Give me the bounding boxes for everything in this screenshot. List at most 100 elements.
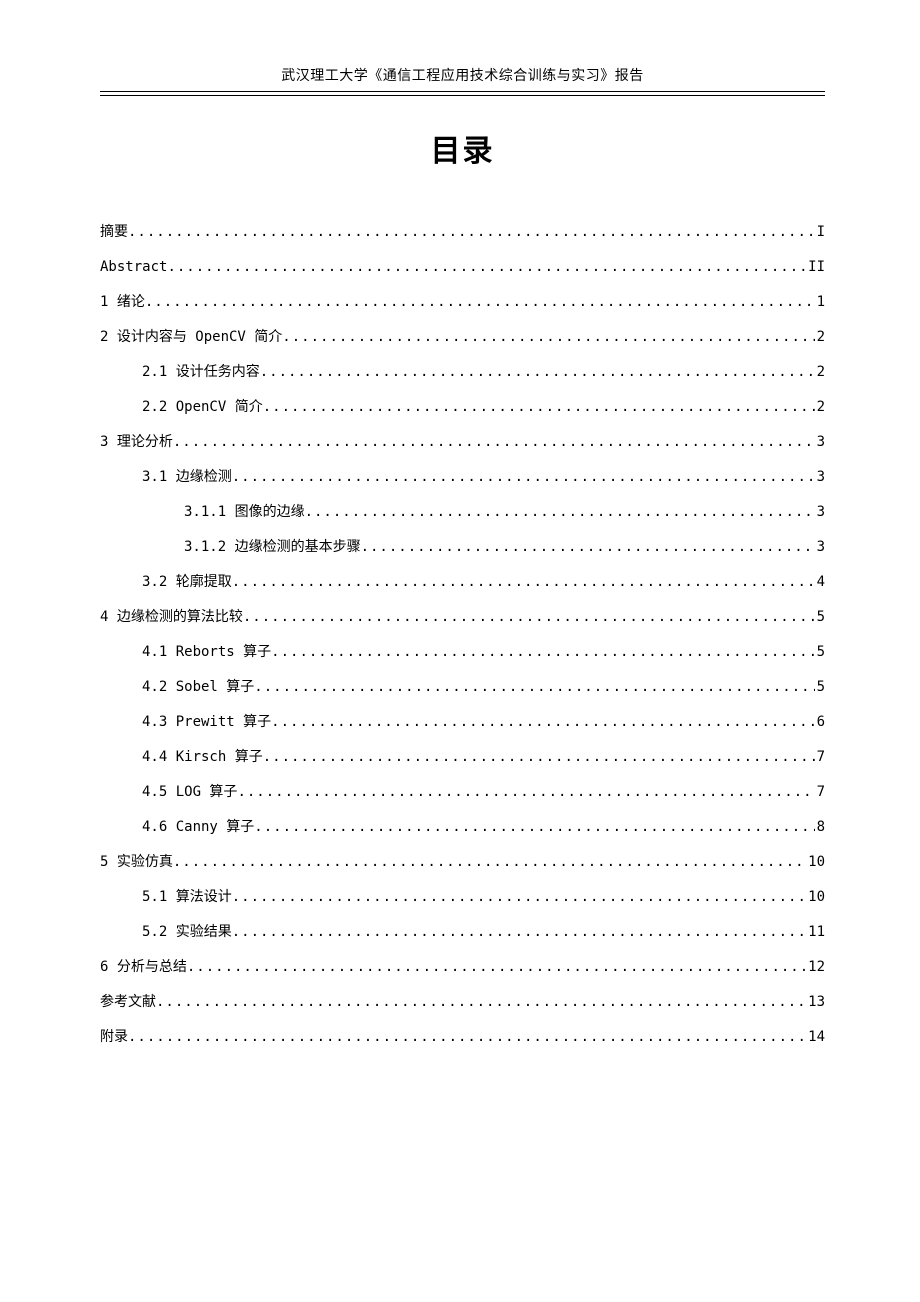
toc-leader-dots [145,295,815,309]
toc-label: 参考文献 [100,995,156,1009]
toc-page-number: 14 [806,1030,825,1044]
toc-page-number: 3 [815,470,825,484]
toc-entry: 4.4 Kirsch 算子 7 [100,750,825,764]
table-of-contents: 摘要IAbstractII1 绪论12 设计内容与 OpenCV 简介22.1 … [100,225,825,1044]
toc-entry: 4.2 Sobel 算子 5 [100,680,825,694]
toc-label: 5 实验仿真 [100,855,173,869]
toc-label: 4.1 Reborts 算子 [142,645,271,659]
toc-leader-dots [167,260,806,274]
toc-label: Abstract [100,260,167,274]
toc-entry: 3.2 轮廓提取 4 [100,575,825,589]
toc-leader-dots [271,645,814,659]
toc-entry: 6 分析与总结 12 [100,960,825,974]
toc-leader-dots [254,820,814,834]
toc-entry: 5.1 算法设计 10 [100,890,825,904]
toc-leader-dots [243,610,815,624]
toc-leader-dots [187,960,806,974]
toc-leader-dots [271,715,814,729]
toc-page-number: 13 [806,995,825,1009]
toc-label: 6 分析与总结 [100,960,187,974]
toc-leader-dots [237,785,814,799]
toc-page-number: 5 [815,680,825,694]
toc-entry: 参考文献 13 [100,995,825,1009]
toc-label: 2 设计内容与 OpenCV 简介 [100,330,282,344]
toc-label: 2.2 OpenCV 简介 [142,400,263,414]
toc-leader-dots [305,505,815,519]
document-page: 武汉理工大学《通信工程应用技术综合训练与实习》报告 目录 摘要 I Abstract… [0,0,920,1044]
toc-label: 4.6 Canny 算子 [142,820,254,834]
toc-entry: 2.1 设计任务内容 2 [100,365,825,379]
toc-leader-dots [232,470,815,484]
toc-entry: 3.1.2 边缘检测的基本步骤 3 [100,540,825,554]
toc-page-number: 4 [815,575,825,589]
toc-page-number: 7 [815,750,825,764]
toc-page-number: 5 [815,610,825,624]
toc-label: 3 理论分析 [100,435,173,449]
toc-label: 4.2 Sobel 算子 [142,680,254,694]
toc-label: 2.1 设计任务内容 [142,365,260,379]
toc-label: 摘要 [100,225,128,239]
toc-entry: 4.6 Canny 算子 8 [100,820,825,834]
toc-page-number: 6 [815,715,825,729]
toc-label: 5.1 算法设计 [142,890,232,904]
toc-page-number: 8 [815,820,825,834]
running-header: 武汉理工大学《通信工程应用技术综合训练与实习》报告 [100,65,825,89]
toc-label: 5.2 实验结果 [142,925,232,939]
header-rule [100,91,825,96]
toc-leader-dots [263,400,815,414]
toc-title: 目录 [100,126,825,170]
toc-page-number: 2 [815,400,825,414]
toc-label: 附录 [100,1030,128,1044]
toc-page-number: 3 [815,540,825,554]
toc-leader-dots [173,855,806,869]
toc-page-number: 5 [815,645,825,659]
toc-entry: 5 实验仿真 10 [100,855,825,869]
toc-leader-dots [232,925,806,939]
toc-label: 4.5 LOG 算子 [142,785,237,799]
toc-leader-dots [361,540,815,554]
toc-leader-dots [232,890,806,904]
toc-page-number: I [815,225,825,239]
toc-leader-dots [254,680,814,694]
toc-label: 3.1.2 边缘检测的基本步骤 [184,540,361,554]
toc-leader-dots [128,225,815,239]
toc-page-number: 2 [815,365,825,379]
toc-entry: 3 理论分析 3 [100,435,825,449]
toc-entry: Abstract II [100,260,825,274]
toc-page-number: 11 [806,925,825,939]
toc-entry: 4.5 LOG 算子 7 [100,785,825,799]
toc-page-number: 1 [815,295,825,309]
toc-label: 4 边缘检测的算法比较 [100,610,243,624]
toc-label: 3.1.1 图像的边缘 [184,505,305,519]
toc-page-number: II [806,260,825,274]
toc-entry: 5.2 实验结果 11 [100,925,825,939]
toc-leader-dots [260,365,815,379]
toc-page-number: 2 [815,330,825,344]
toc-entry: 2.2 OpenCV 简介 2 [100,400,825,414]
toc-label: 3.1 边缘检测 [142,470,232,484]
toc-page-number: 3 [815,505,825,519]
toc-entry: 摘要 I [100,225,825,239]
toc-leader-dots [282,330,814,344]
toc-entry: 4 边缘检测的算法比较 5 [100,610,825,624]
toc-entry: 4.3 Prewitt 算子 6 [100,715,825,729]
toc-label: 4.3 Prewitt 算子 [142,715,271,729]
toc-page-number: 3 [815,435,825,449]
toc-entry: 附录 14 [100,1030,825,1044]
toc-label: 4.4 Kirsch 算子 [142,750,263,764]
toc-page-number: 10 [806,855,825,869]
toc-leader-dots [156,995,806,1009]
toc-page-number: 7 [815,785,825,799]
toc-leader-dots [232,575,815,589]
toc-leader-dots [173,435,815,449]
toc-leader-dots [263,750,815,764]
toc-label: 3.2 轮廓提取 [142,575,232,589]
toc-entry: 2 设计内容与 OpenCV 简介 2 [100,330,825,344]
toc-page-number: 10 [806,890,825,904]
toc-leader-dots [128,1030,806,1044]
toc-page-number: 12 [806,960,825,974]
toc-entry: 3.1 边缘检测 3 [100,470,825,484]
toc-label: 1 绪论 [100,295,145,309]
toc-entry: 4.1 Reborts 算子 5 [100,645,825,659]
toc-entry: 1 绪论 1 [100,295,825,309]
